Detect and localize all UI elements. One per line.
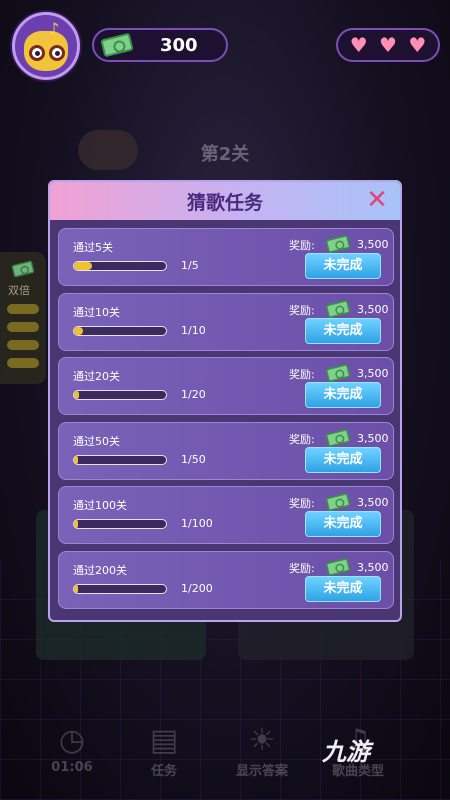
show-answer-label: 显示答案 [235, 764, 288, 779]
task-name: 通过20关 [73, 370, 120, 384]
task-progress-bar [73, 261, 167, 271]
task-list: 通过5关 1/5 奖励: 3,500 未完成 通过10关 1/10 奖励: 3,500 未完成 通过… [58, 228, 394, 616]
task-progress-bar [73, 325, 167, 336]
task-progress-bar [73, 519, 167, 530]
reward-label: 奖励: [289, 432, 315, 446]
avatar[interactable]: ♪ [12, 12, 80, 80]
reward-label: 奖励: [289, 239, 315, 252]
cash-icon [325, 493, 351, 512]
double-slot [7, 322, 39, 332]
task-dialog: 猜歌任务 ✕ 通过5关 1/5 奖励: 3,500 未完成 通过10关 1/10 奖励: 3,5… [48, 180, 402, 622]
reward-value: 3,500 [357, 302, 389, 316]
lightbulb-icon: ☀ [248, 723, 276, 758]
cash-icon [325, 363, 351, 383]
task-status-button[interactable]: 未完成 [305, 575, 381, 602]
lives-counter: ♥ ♥ ♥ [336, 28, 440, 62]
task-progress-text: 1/50 [181, 452, 206, 466]
coin-value: 300 [160, 35, 198, 56]
double-slot [7, 358, 39, 368]
task-progress-text: 1/200 [181, 581, 213, 595]
heart-icon: ♥ [349, 33, 368, 57]
clock-icon: ◷ [58, 723, 86, 758]
tasks-button[interactable]: ▤ 任务 [124, 723, 204, 780]
reward-label: 奖励: [289, 303, 315, 317]
task-name: 通过50关 [73, 434, 120, 448]
reward-value: 3,500 [357, 560, 389, 574]
task-progress-text: 1/20 [181, 388, 206, 402]
timer-label: 01:06 [51, 760, 93, 775]
reward-value: 3,500 [357, 238, 389, 251]
cash-icon [325, 299, 351, 318]
bottom-toolbar: ◷ 01:06 ▤ 任务 ☀ 显示答案 ♫ 歌曲类型 [0, 720, 450, 800]
double-label: 双倍 [8, 284, 30, 297]
task-status-button[interactable]: 未完成 [305, 382, 381, 409]
task-status-button[interactable]: 未完成 [305, 511, 381, 538]
level-label: 第2关 [200, 144, 250, 165]
task-progress-fill [74, 520, 78, 529]
double-slot [7, 304, 39, 314]
cash-icon [325, 234, 351, 254]
heart-icon: ♥ [379, 33, 397, 57]
double-reward-panel: 双倍 [0, 252, 46, 384]
task-name: 通过10关 [73, 305, 120, 319]
reward-value: 3,500 [357, 496, 389, 510]
dialog-header: 猜歌任务 ✕ [50, 182, 400, 220]
double-slot [7, 340, 39, 350]
timer-button[interactable]: ◷ 01:06 [32, 723, 112, 776]
task-row: 通过50关 1/50 奖励: 3,500 未完成 [58, 421, 394, 480]
task-progress-fill [74, 262, 93, 270]
cash-icon [325, 428, 351, 448]
task-row: 通过200关 1/200 奖励: 3,500 未完成 [58, 550, 394, 609]
reward-label: 奖励: [289, 497, 315, 511]
reward-value: 3,500 [357, 367, 389, 381]
eye-left [29, 45, 45, 61]
task-name: 通过100关 [73, 499, 127, 513]
close-button[interactable]: ✕ [364, 187, 390, 213]
task-row: 通过20关 1/20 奖励: 3,500 未完成 [58, 357, 394, 416]
music-note-icon: ♪ [49, 19, 60, 38]
eye-right [49, 45, 65, 61]
task-progress-fill [74, 584, 78, 593]
cash-icon [11, 260, 35, 278]
reward-label: 奖励: [289, 561, 315, 575]
task-progress-fill [74, 391, 79, 400]
task-progress-fill [74, 326, 84, 335]
tasks-label: 任务 [150, 764, 177, 779]
task-progress-fill [74, 455, 78, 464]
reward-label: 奖励: [289, 368, 315, 382]
task-progress-text: 1/100 [181, 517, 213, 531]
heart-icon: ♥ [408, 33, 427, 57]
show-answer-button[interactable]: ☀ 显示答案 [222, 723, 302, 780]
task-status-button[interactable]: 未完成 [305, 446, 381, 473]
task-row: 通过10关 1/10 奖励: 3,500 未完成 [58, 292, 394, 351]
cash-icon [325, 557, 351, 577]
task-row: 通过5关 1/5 奖励: 3,500 未完成 [58, 228, 394, 286]
task-row: 通过100关 1/100 奖励: 3,500 未完成 [58, 486, 394, 545]
task-name: 通过200关 [73, 563, 127, 577]
task-progress-bar [73, 390, 167, 401]
reward-value: 3,500 [357, 431, 389, 445]
cash-icon [100, 32, 134, 58]
task-progress-text: 1/5 [181, 259, 199, 272]
task-status-button[interactable]: 未完成 [305, 253, 381, 279]
task-progress-bar [73, 454, 167, 465]
record-disc-icon [78, 130, 138, 170]
task-status-button[interactable]: 未完成 [305, 317, 381, 344]
coin-counter: 300 [92, 28, 228, 62]
clipboard-icon: ▤ [149, 723, 179, 758]
watermark-logo: 九游 [322, 738, 370, 766]
task-progress-bar [73, 583, 167, 594]
dialog-title: 猜歌任务 [186, 192, 263, 214]
task-name: 通过5关 [73, 241, 113, 254]
task-progress-text: 1/10 [181, 323, 206, 337]
